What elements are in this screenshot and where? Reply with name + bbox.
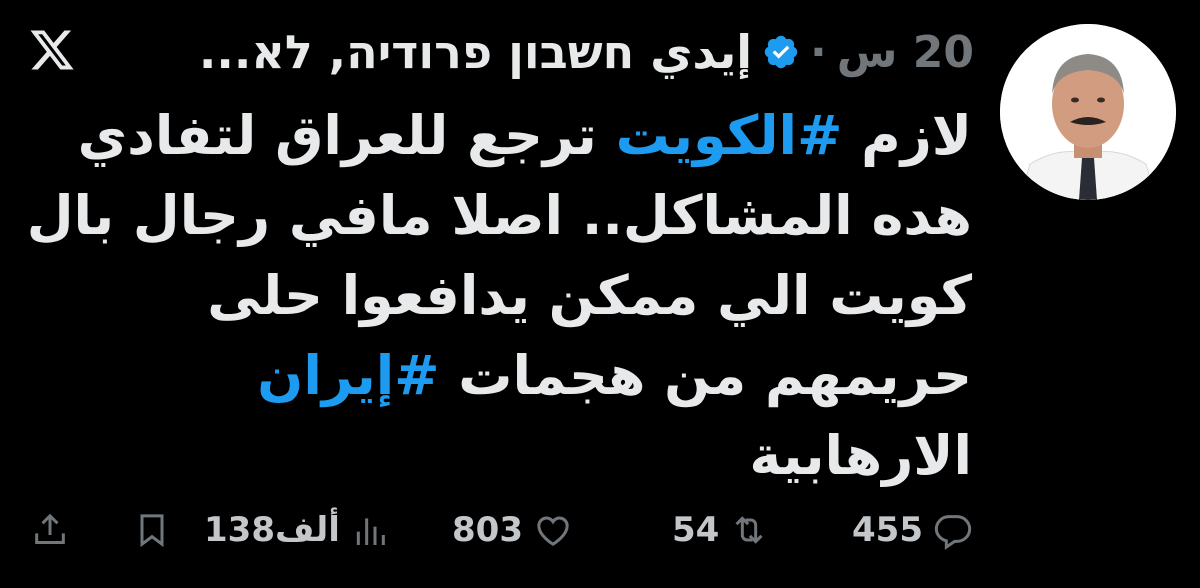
x-logo-icon[interactable] <box>28 26 76 74</box>
tweet-line: حريمهم من هجمات #إيران <box>212 336 972 416</box>
repost-button[interactable]: 54 <box>672 500 769 560</box>
tweet-header: إيدي חשבון פרודיה, לא... · 20 س <box>199 22 974 82</box>
tweet-line: الارهابية <box>212 416 972 496</box>
hashtag-link[interactable]: #إيران <box>257 344 439 407</box>
tweet-text: لازم #الكويت ترجع للعراق لتفادي هده المش… <box>27 96 972 496</box>
reply-count: 455 <box>852 510 923 550</box>
verified-badge-icon[interactable] <box>762 33 800 71</box>
hashtag-link[interactable]: #الكويت <box>616 104 843 167</box>
action-bar: 455 54 803 138ألف <box>0 500 1200 560</box>
tweet-text-segment: الارهابية <box>749 424 972 487</box>
tweet-line: لازم #الكويت ترجع للعراق لتفادي <box>78 96 972 176</box>
tweet-text-segment: هده المشاكل.. اصلا مافي رجال بال <box>26 184 972 247</box>
repost-icon <box>735 516 763 544</box>
like-button[interactable]: 803 <box>452 500 573 560</box>
views-icon <box>356 518 385 545</box>
heart-icon <box>537 516 569 546</box>
avatar[interactable] <box>1000 24 1176 200</box>
timestamp[interactable]: 20 س <box>837 27 974 78</box>
tweet-text-segment: حريمهم من هجمات <box>439 344 972 407</box>
bookmark-button[interactable] <box>132 500 172 560</box>
tweet-line: هده المشاكل.. اصلا مافي رجال بال <box>27 176 972 256</box>
tweet-text-segment: كويت الي ممكن يدافعوا حلى <box>207 264 972 327</box>
reply-icon <box>934 515 972 550</box>
display-name[interactable]: إيدي חשבון פרודיה, לא... <box>199 25 752 79</box>
repost-count: 54 <box>672 510 720 550</box>
tweet-text-segment: ترجع للعراق لتفادي <box>77 104 616 167</box>
tweet-text-segment: لازم <box>842 104 972 167</box>
views-count: 138ألف <box>204 510 340 550</box>
views-button[interactable]: 138ألف <box>204 500 390 560</box>
reply-button[interactable]: 455 <box>852 500 973 560</box>
tweet-line: كويت الي ممكن يدافعوا حلى <box>207 256 972 336</box>
share-button[interactable] <box>30 500 70 560</box>
like-count: 803 <box>452 510 523 550</box>
share-icon <box>35 513 65 544</box>
timestamp-separator: · <box>810 26 827 78</box>
bookmark-icon <box>140 514 164 548</box>
